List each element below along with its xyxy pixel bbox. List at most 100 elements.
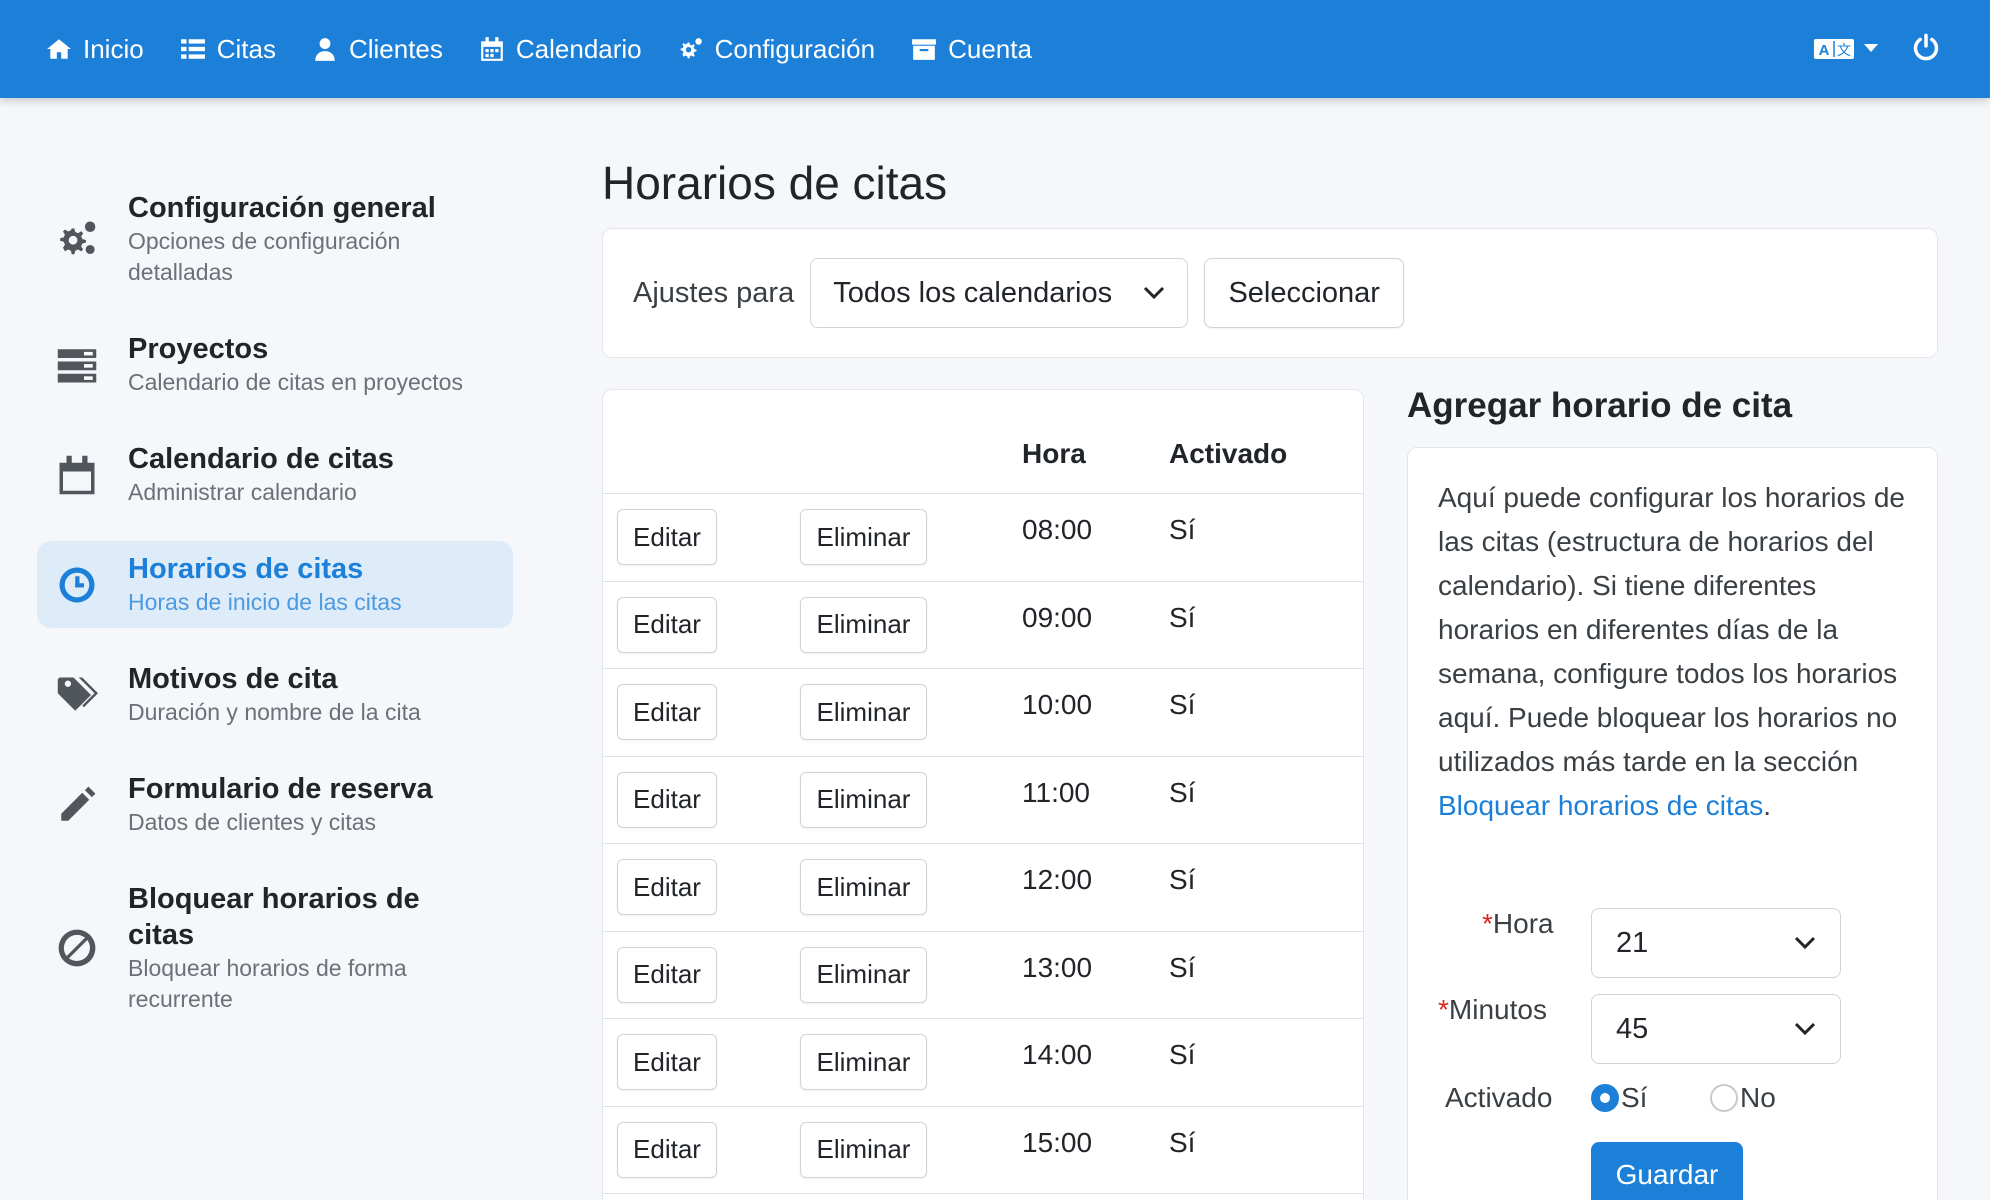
nav-item-calendario[interactable]: Calendario	[479, 34, 642, 65]
time-slots-table: Hora Activado Editar Eliminar 08:00 Sí Edita…	[602, 389, 1364, 1200]
cell-time: 15:00	[1022, 1126, 1093, 1158]
add-slot-card: Aquí puede configurar los horarios de la…	[1407, 447, 1938, 1200]
cell-time: 12:00	[1022, 864, 1093, 895]
delete-button[interactable]: Eliminar	[800, 1121, 927, 1178]
sidebar-item-subtitle: Administrar calendario	[128, 479, 357, 505]
edit-button[interactable]: Editar	[617, 596, 717, 653]
cell-time: 13:00	[1022, 951, 1093, 983]
enabled-radio-no[interactable]: No	[1710, 1082, 1776, 1114]
cell-enabled: Sí	[1169, 776, 1196, 808]
minutes-label-text: Minutos	[1448, 994, 1547, 1025]
gears-icon	[680, 38, 702, 59]
top-navbar: Inicio Citas Clientes Calendario Configu…	[0, 0, 1990, 98]
sidebar-item-subtitle: Calendario de citas en proyectos	[128, 369, 463, 395]
edit-button[interactable]: Editar	[617, 509, 717, 565]
minutes-select-value: 45	[1616, 1012, 1649, 1045]
delete-button[interactable]: Eliminar	[800, 859, 927, 915]
delete-button[interactable]: Eliminar	[800, 684, 927, 740]
nav-label: Citas	[216, 33, 276, 64]
add-slot-title: Agregar horario de cita	[1407, 386, 1793, 425]
ban-icon	[55, 926, 99, 970]
required-mark: *	[1482, 908, 1493, 939]
sidebar-item-subtitle: Horas de inicio de las citas	[128, 589, 402, 615]
clock-icon	[55, 563, 99, 607]
nav-item-configuracion[interactable]: Configuración	[678, 34, 875, 65]
table-row: Editar Eliminar 11:00 Sí	[603, 757, 1363, 844]
delete-button[interactable]: Eliminar	[800, 596, 927, 653]
tags-icon	[55, 673, 99, 717]
server-icon	[55, 343, 99, 387]
sidebar-item-title: Calendario de citas	[128, 443, 394, 475]
nav-item-inicio[interactable]: Inicio	[46, 34, 144, 65]
radio-no-indicator[interactable]	[1710, 1084, 1738, 1112]
sidebar-item-horarios-citas[interactable]: Horarios de citas Horas de inicio de las…	[37, 541, 513, 628]
nav-item-cuenta[interactable]: Cuenta	[911, 34, 1032, 65]
chevron-down-icon	[1794, 1022, 1816, 1036]
block-slots-link[interactable]: Bloquear horarios de citas	[1438, 790, 1763, 821]
sidebar-item-calendario-citas[interactable]: Calendario de citas Administrar calendar…	[37, 431, 513, 518]
sidebar-item-bloquear-horarios[interactable]: Bloquear horarios de citas Bloquear hora…	[37, 871, 513, 1025]
calendar-filter-card: Ajustes para Todos los calendarios Selec…	[602, 228, 1938, 358]
sidebar-item-formulario-reserva[interactable]: Formulario de reserva Datos de clientes …	[37, 761, 513, 848]
cell-enabled: Sí	[1169, 951, 1196, 983]
page-title: Horarios de citas	[602, 157, 948, 209]
cell-time: 14:00	[1022, 1039, 1093, 1070]
sidebar-item-title: Formulario de reserva	[128, 773, 433, 805]
edit-button[interactable]: Editar	[617, 1034, 717, 1090]
table-row: Editar Eliminar 10:00 Sí	[603, 669, 1363, 757]
table-row: Editar Eliminar 08:00 Sí	[603, 494, 1363, 582]
delete-button[interactable]: Eliminar	[800, 771, 927, 828]
hour-select[interactable]: 21	[1591, 908, 1841, 978]
sidebar-item-title: Horarios de citas	[128, 553, 364, 585]
column-header-time: Hora	[1022, 438, 1086, 469]
logout-button[interactable]	[1912, 33, 1940, 66]
table-header: Hora Activado	[603, 390, 1363, 494]
delete-button[interactable]: Eliminar	[800, 1034, 927, 1090]
sidebar-item-title: Bloquear horarios de citas	[128, 883, 420, 951]
svg-text:文: 文	[1837, 43, 1851, 59]
edit-button[interactable]: Editar	[617, 684, 717, 740]
delete-button[interactable]: Eliminar	[800, 946, 927, 1003]
save-button[interactable]: Guardar	[1591, 1142, 1743, 1200]
hour-label: *Hora	[1482, 908, 1554, 940]
calendar-select[interactable]: Todos los calendarios	[810, 258, 1189, 328]
edit-button[interactable]: Editar	[617, 859, 717, 915]
radio-yes-indicator[interactable]	[1591, 1084, 1619, 1112]
calendar-icon	[55, 453, 99, 497]
nav-item-citas[interactable]: Citas	[180, 34, 276, 65]
nav-label: Configuración	[714, 33, 876, 64]
sidebar-item-proyectos[interactable]: Proyectos Calendario de citas en proyect…	[37, 321, 513, 408]
delete-button[interactable]: Eliminar	[800, 509, 927, 565]
sidebar-item-motivos-cita[interactable]: Motivos de cita Duración y nombre de la …	[37, 651, 513, 738]
nav-label: Cuenta	[948, 33, 1032, 64]
filter-label: Ajustes para	[633, 276, 795, 309]
table-row: Editar Eliminar 15:00 Sí	[603, 1107, 1363, 1194]
cell-time: 11:00	[1022, 776, 1090, 808]
minutes-label: *Minutos	[1438, 994, 1547, 1026]
column-header-enabled: Activado	[1169, 438, 1288, 469]
pencil-icon	[55, 783, 99, 827]
select-button[interactable]: Seleccionar	[1204, 258, 1405, 328]
nav-label: Inicio	[83, 33, 144, 64]
user-icon	[315, 38, 335, 61]
sidebar-item-configuracion-general[interactable]: Configuración general Opciones de config…	[37, 180, 513, 298]
add-slot-description: Aquí puede configurar los horarios de la…	[1438, 476, 1913, 828]
edit-button[interactable]: Editar	[617, 1121, 717, 1178]
edit-button[interactable]: Editar	[617, 946, 717, 1003]
home-icon	[47, 39, 71, 59]
chevron-down-icon	[1794, 936, 1816, 950]
topbar-right: A 文	[1814, 0, 1940, 98]
cell-enabled: Sí	[1169, 601, 1196, 633]
language-dropdown[interactable]: A 文	[1814, 37, 1878, 61]
enabled-label: Activado	[1445, 1082, 1553, 1113]
radio-yes-label: Sí	[1621, 1082, 1648, 1113]
gears-icon	[55, 217, 99, 261]
enabled-radio-yes[interactable]: Sí	[1591, 1082, 1647, 1114]
calendar-select-value: Todos los calendarios	[833, 276, 1113, 309]
cell-enabled: Sí	[1169, 1126, 1196, 1158]
edit-button[interactable]: Editar	[617, 771, 717, 828]
minutes-select[interactable]: 45	[1591, 994, 1841, 1064]
cell-enabled: Sí	[1169, 689, 1196, 720]
cell-time: 08:00	[1022, 514, 1093, 545]
nav-item-clientes[interactable]: Clientes	[312, 34, 443, 65]
